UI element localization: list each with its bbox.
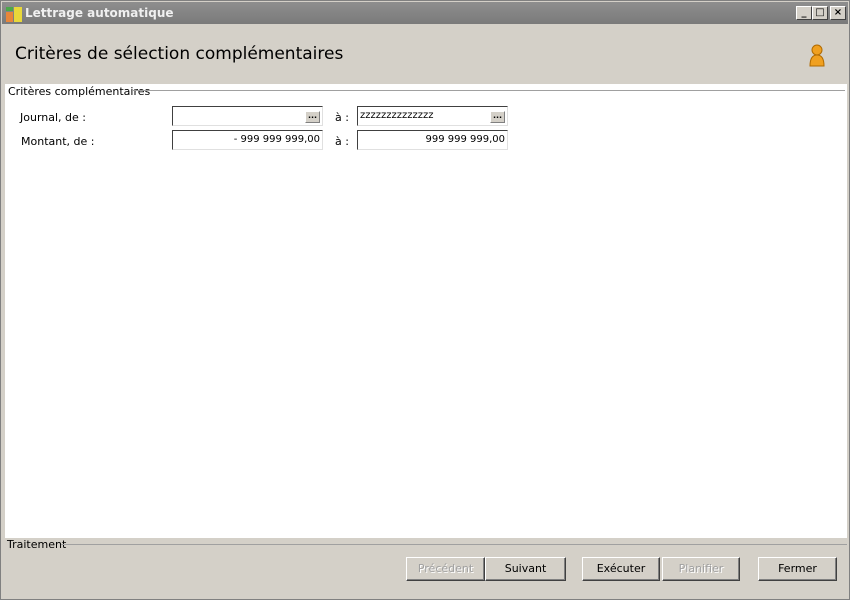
journal-to-input[interactable]: zzzzzzzzzzzzzz: [357, 106, 508, 126]
journal-from-input[interactable]: [172, 106, 323, 126]
journal-to-browse-button[interactable]: ...: [490, 111, 505, 123]
title-bar[interactable]: Lettrage automatique _ □ ×: [2, 2, 848, 24]
app-icon: [6, 6, 22, 22]
next-button[interactable]: Suivant: [485, 557, 566, 581]
criteria-panel: Critères complémentaires Journal, de : .…: [5, 84, 847, 538]
journal-from-browse-button[interactable]: ...: [305, 111, 320, 123]
journal-to-label: à :: [335, 111, 349, 124]
montant-to-input[interactable]: 999 999 999,00: [357, 130, 508, 150]
main-window: Lettrage automatique _ □ × Critères de s…: [0, 0, 850, 600]
montant-to-label: à :: [335, 135, 349, 148]
window-title: Lettrage automatique: [25, 6, 174, 20]
page-title: Critères de sélection complémentaires: [15, 44, 344, 64]
criteria-group-label: Critères complémentaires: [8, 85, 155, 98]
footer-divider: [61, 544, 847, 545]
close-window-button[interactable]: ×: [830, 6, 846, 20]
user-icon[interactable]: [808, 44, 826, 68]
group-divider: [133, 90, 845, 91]
processing-group-label: Traitement: [7, 538, 67, 551]
maximize-button[interactable]: □: [812, 6, 828, 20]
close-button[interactable]: Fermer: [758, 557, 837, 581]
previous-button[interactable]: Précédent: [406, 557, 485, 581]
montant-from-input[interactable]: - 999 999 999,00: [172, 130, 323, 150]
journal-label: Journal, de :: [20, 111, 86, 124]
montant-label: Montant, de :: [21, 135, 95, 148]
execute-button[interactable]: Exécuter: [582, 557, 660, 581]
schedule-button[interactable]: Planifier: [662, 557, 740, 581]
minimize-button[interactable]: _: [796, 6, 812, 20]
page-header: Critères de sélection complémentaires: [2, 24, 848, 84]
